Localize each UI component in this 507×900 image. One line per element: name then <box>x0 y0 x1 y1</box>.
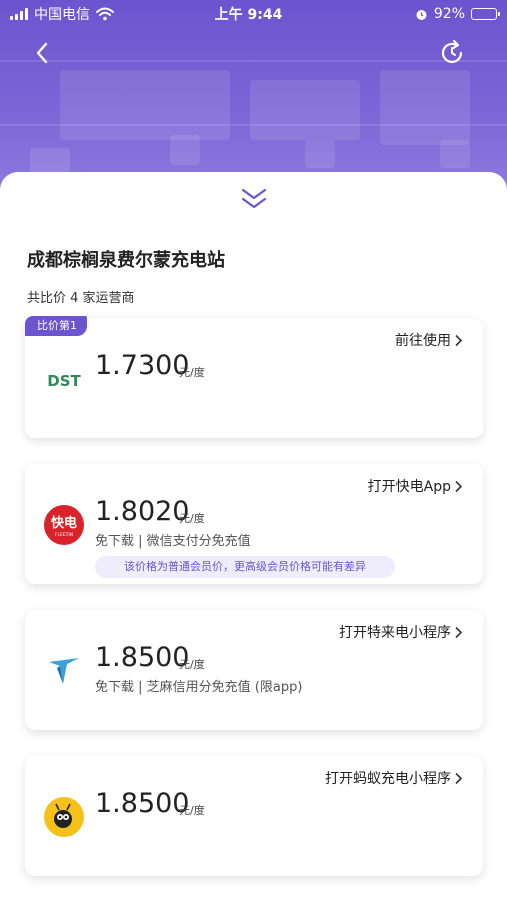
price-unit: 元/度 <box>179 366 205 379</box>
alarm-icon <box>416 9 427 20</box>
kuaidian-logo-icon: 快电 FLEETIN <box>44 505 84 545</box>
offer-action-link[interactable]: 打开快电App <box>368 476 463 496</box>
chevron-right-icon <box>455 626 463 638</box>
refresh-icon[interactable] <box>437 38 467 68</box>
back-arrow-icon[interactable] <box>28 38 58 68</box>
offer-action-link[interactable]: 前往使用 <box>395 330 463 350</box>
price-value: 1.8020 <box>95 496 190 527</box>
offer-description: 免下载 | 芝麻信用分免充值 (限app) <box>95 680 303 695</box>
ant-charge-logo-icon <box>44 797 84 837</box>
hero-background <box>0 0 507 200</box>
carrier-label: 中国电信 <box>34 7 90 23</box>
action-label: 打开蚂蚁充电小程序 <box>325 771 451 787</box>
dst-logo-icon: DST <box>47 372 81 390</box>
rank-badge: 比价第1 <box>25 316 87 336</box>
offer-card[interactable]: 打开快电App 快电 FLEETIN 1.8020 元/度 免下载 | 微信支付… <box>25 464 483 584</box>
signal-icon <box>10 8 28 20</box>
svg-text:快电: 快电 <box>51 515 77 531</box>
price-unit: 元/度 <box>179 658 205 671</box>
offer-action-link[interactable]: 打开特来电小程序 <box>339 622 463 642</box>
offer-card[interactable]: 打开蚂蚁充电小程序 1.8500 元/度 <box>25 756 483 876</box>
battery-icon <box>471 8 500 20</box>
svg-text:FLEETIN: FLEETIN <box>55 532 73 538</box>
compare-count: 共比价 4 家运营商 <box>27 291 135 306</box>
bottom-sheet: 成都棕榈泉费尔蒙充电站 共比价 4 家运营商 比价第1 前往使用 DST 1.7… <box>0 172 507 900</box>
member-price-note: 该价格为普通会员价，更高级会员价格可能有差异 <box>95 556 395 578</box>
price-value: 1.7300 <box>95 350 190 381</box>
svg-text:DST: DST <box>47 372 81 390</box>
price-unit: 元/度 <box>179 512 205 525</box>
chevron-right-icon <box>455 772 463 784</box>
action-label: 打开特来电小程序 <box>339 625 451 641</box>
offer-card[interactable]: 打开特来电小程序 1.8500 元/度 免下载 | 芝麻信用分免充值 (限app… <box>25 610 483 730</box>
offer-action-link[interactable]: 打开蚂蚁充电小程序 <box>325 768 463 788</box>
offer-description: 免下载 | 微信支付分免充值 <box>95 534 251 549</box>
offer-card[interactable]: 比价第1 前往使用 DST 1.7300 元/度 <box>25 316 483 438</box>
price-value: 1.8500 <box>95 642 190 673</box>
status-time: 上午 9:44 <box>214 7 283 23</box>
collapse-chevron-icon[interactable] <box>239 186 269 212</box>
station-title: 成都棕榈泉费尔蒙充电站 <box>27 250 225 271</box>
chevron-right-icon <box>455 334 463 346</box>
price-unit: 元/度 <box>179 804 205 817</box>
action-label: 打开快电App <box>367 479 451 495</box>
action-label: 前往使用 <box>395 333 451 349</box>
status-bar: 中国电信 上午 9:44 92% <box>0 0 507 28</box>
chevron-right-icon <box>455 480 463 492</box>
wifi-icon <box>96 7 114 21</box>
battery-percent: 92% <box>433 6 465 22</box>
price-value: 1.8500 <box>95 788 190 819</box>
teld-logo-icon <box>49 658 79 684</box>
